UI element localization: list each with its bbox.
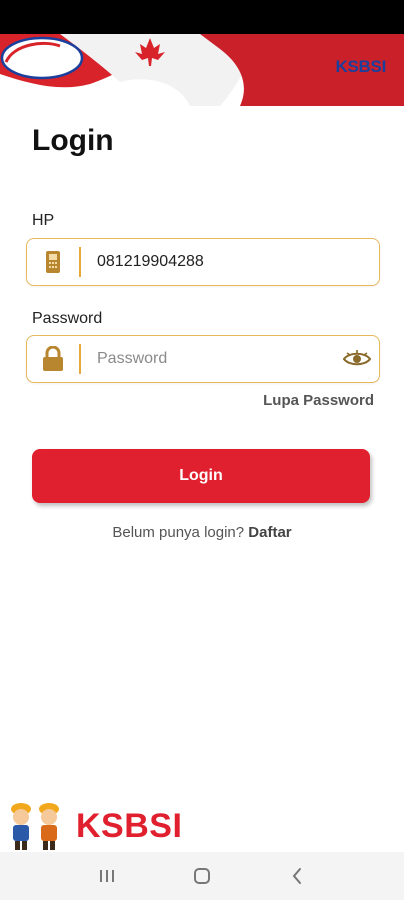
home-icon[interactable] xyxy=(182,856,222,896)
password-input[interactable] xyxy=(81,336,335,382)
password-field xyxy=(26,335,380,383)
worker-mascots-icon xyxy=(11,803,59,850)
header-banner: KSBSI xyxy=(0,34,404,106)
login-button[interactable]: Login xyxy=(32,449,370,503)
hp-input[interactable] xyxy=(81,239,379,285)
page-title: Login xyxy=(32,124,114,157)
hp-label: HP xyxy=(32,212,55,229)
register-link[interactable]: Daftar xyxy=(248,524,291,541)
phone-icon xyxy=(27,238,79,286)
back-icon[interactable] xyxy=(277,856,317,896)
lock-icon xyxy=(27,335,79,383)
eye-icon[interactable] xyxy=(335,336,379,382)
hp-field xyxy=(26,238,380,286)
password-label: Password xyxy=(32,310,103,327)
register-prompt: Belum punya login? xyxy=(112,524,249,541)
system-nav-bar xyxy=(0,852,404,900)
footer-brand: KSBSI xyxy=(6,800,182,852)
recent-apps-icon[interactable] xyxy=(87,856,127,896)
status-bar xyxy=(0,0,404,34)
footer-logo-text: KSBSI xyxy=(76,806,183,845)
ksbsi-logo-badge xyxy=(0,36,84,80)
forgot-password-link[interactable]: Lupa Password xyxy=(263,392,374,409)
register-line: Belum punya login? Daftar xyxy=(0,524,404,541)
header-logo-text: KSBSI xyxy=(335,57,387,76)
